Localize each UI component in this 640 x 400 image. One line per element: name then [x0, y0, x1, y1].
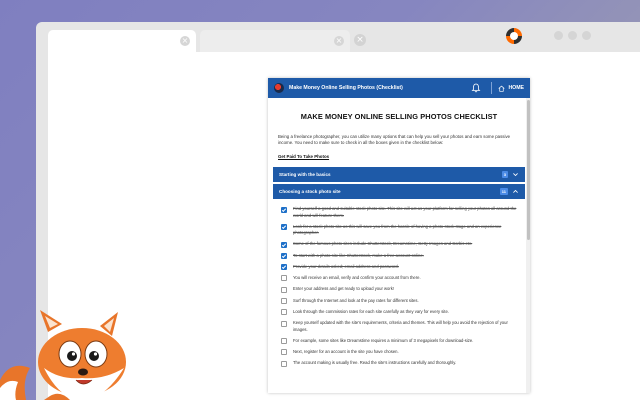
checklist-popup: Make Money Online Selling Photos (Checkl…	[268, 78, 530, 393]
checkbox-checked[interactable]	[281, 206, 287, 213]
app-logo-icon	[274, 83, 284, 93]
checkbox-unchecked[interactable]	[281, 320, 287, 327]
scrollbar-thumb[interactable]	[526, 100, 530, 240]
chevron-down-icon[interactable]	[512, 171, 519, 178]
checklist-item: Keep yourself updated with the site's re…	[281, 320, 520, 332]
checklist-item-text: The account making is usually free. Read…	[293, 360, 457, 366]
checklist-item: Look for a stock photo site as this will…	[281, 224, 520, 236]
checklist-item-text: Enter your address and get ready to uplo…	[293, 286, 395, 292]
new-tab-icon[interactable]: ×	[354, 34, 366, 46]
chevron-up-icon[interactable]	[512, 188, 519, 195]
minimize-icon[interactable]	[554, 31, 563, 40]
checklist-item-text: Keep yourself updated with the site's re…	[293, 320, 508, 332]
popup-content: MAKE MONEY ONLINE SELLING PHOTOS CHECKLI…	[268, 112, 530, 367]
header-divider	[491, 82, 493, 94]
checklist-item: Next, register for an account in the sit…	[281, 349, 520, 356]
checklist-item-text: Some of the famous photo sites include S…	[293, 241, 473, 247]
checklist-item: Provide your details asked; email addres…	[281, 263, 520, 271]
section-starting-basics[interactable]: Starting with the basics 3	[273, 167, 525, 183]
checklist-item: You will receive an email, verify and co…	[281, 275, 520, 282]
checkbox-unchecked[interactable]	[281, 309, 287, 316]
checkbox-unchecked[interactable]	[281, 275, 287, 282]
checklist-items: Find yourself a good and suitable stock …	[273, 199, 525, 367]
checklist-item-text: Provide your details asked; email addres…	[293, 263, 399, 269]
extension-icon[interactable]	[506, 28, 522, 44]
checkbox-checked[interactable]	[281, 252, 287, 259]
checkbox-unchecked[interactable]	[281, 298, 287, 304]
home-button[interactable]: HOME	[498, 85, 524, 92]
checkbox-unchecked[interactable]	[281, 286, 287, 293]
checklist-item: To start with a photo site like Shutters…	[281, 253, 520, 259]
browser-tab-inactive[interactable]: ×	[200, 30, 350, 52]
maximize-icon[interactable]	[568, 31, 577, 40]
bell-icon[interactable]	[471, 83, 481, 93]
checklist-item-text: To start with a photo site like Shutters…	[293, 252, 424, 258]
checklist-item-text: Look for a stock photo site as this will…	[293, 223, 502, 236]
tab-close-icon[interactable]: ×	[180, 36, 190, 46]
checkbox-unchecked[interactable]	[281, 360, 287, 367]
close-window-icon[interactable]	[582, 31, 591, 40]
page-title: MAKE MONEY ONLINE SELLING PHOTOS CHECKLI…	[300, 112, 498, 121]
checklist-item-text: For example, some sites like Dreamstime …	[293, 337, 474, 343]
checkbox-checked[interactable]	[281, 224, 287, 231]
section-choosing-stock-site[interactable]: Choosing a stock photo site 11	[273, 184, 525, 200]
checklist-item-text: Surf through the Internet and look at th…	[293, 297, 419, 303]
checklist-item: Enter your address and get ready to uplo…	[281, 286, 520, 293]
checkbox-checked[interactable]	[281, 264, 287, 271]
section-count-badge: 3	[501, 171, 508, 179]
intro-text: Being a freelance photographer, you can …	[278, 134, 511, 146]
checkbox-unchecked[interactable]	[281, 349, 287, 356]
checklist-item: Find yourself a good and suitable stock …	[281, 206, 520, 218]
checklist-item: Surf through the Internet and look at th…	[281, 298, 520, 304]
checklist-item: Look through the commission rates for ea…	[281, 309, 520, 316]
checklist-item: The account making is usually free. Read…	[281, 360, 520, 367]
checkbox-unchecked[interactable]	[281, 338, 287, 344]
checklist-item-text: Look through the commission rates for ea…	[293, 309, 449, 314]
header-title: Make Money Online Selling Photos (Checkl…	[289, 85, 403, 91]
checkbox-checked[interactable]	[281, 241, 287, 248]
section-count-badge: 11	[499, 188, 508, 196]
get-paid-link[interactable]: Get Paid To Take Photos	[278, 154, 520, 159]
scrollbar[interactable]	[526, 98, 530, 393]
fox-mascot-image	[0, 310, 126, 400]
checklist-item-text: Next, register for an account in the sit…	[293, 349, 399, 354]
home-icon	[498, 85, 505, 92]
home-label: HOME	[508, 85, 524, 91]
section-label: Starting with the basics	[279, 172, 331, 178]
popup-header: Make Money Online Selling Photos (Checkl…	[268, 78, 530, 98]
tab-close-icon[interactable]: ×	[334, 36, 344, 46]
section-label: Choosing a stock photo site	[279, 189, 341, 195]
checklist-item-text: Find yourself a good and suitable stock …	[293, 206, 517, 218]
checklist-item-text: You will receive an email, verify and co…	[293, 275, 421, 281]
checklist-item: Some of the famous photo sites include S…	[281, 241, 520, 248]
checklist-item: For example, some sites like Dreamstime …	[281, 338, 520, 344]
browser-tab-active[interactable]: ×	[48, 30, 196, 52]
